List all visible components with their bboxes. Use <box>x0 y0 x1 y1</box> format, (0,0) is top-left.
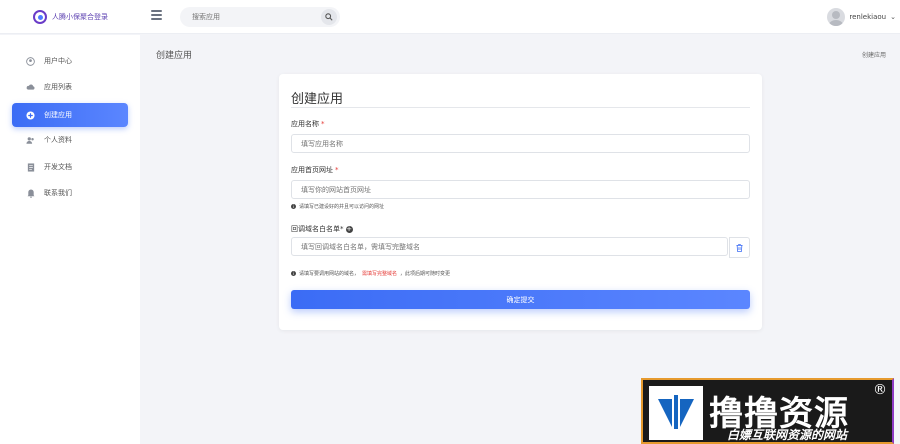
search-input[interactable] <box>192 11 312 23</box>
sidebar-item-label: 联系我们 <box>44 189 72 197</box>
user-menu[interactable]: renlekiaou ⌄ <box>827 8 896 26</box>
watermark-emblem <box>649 386 703 440</box>
search-icon <box>325 13 333 21</box>
info-icon: i <box>291 271 296 276</box>
sidebar-item-label: 用户中心 <box>44 57 72 65</box>
app-name-input[interactable] <box>301 138 701 150</box>
add-domain-icon[interactable]: + <box>345 225 353 233</box>
sidebar-item-label: 个人资料 <box>44 136 72 144</box>
username: renlekiaou <box>849 13 887 21</box>
sidebar-item-label: 应用列表 <box>44 83 72 91</box>
chevron-down-icon: ⌄ <box>890 13 896 21</box>
top-bar: 人腾小保聚合登录 renlekiaou ⌄ <box>0 0 900 34</box>
homepage-input[interactable] <box>301 184 701 196</box>
app-name-field <box>291 134 750 153</box>
watermark-subtitle: 白嫖互联网资源的网站 <box>727 428 848 442</box>
submit-button[interactable]: 确定提交 <box>291 290 750 309</box>
sidebar-item-contact[interactable]: 联系我们 <box>12 181 128 205</box>
sidebar-item-app-list[interactable]: 应用列表 <box>12 75 128 99</box>
form-title: 创建应用 <box>291 92 344 107</box>
cloud-icon <box>26 83 35 92</box>
document-icon <box>26 162 35 172</box>
callback-field <box>291 237 728 256</box>
callback-hint: i 请填写要调用网站的域名， 需填写完整域名 ，此项后期可随时变更 <box>291 271 451 277</box>
page-title: 创建应用 <box>156 51 193 61</box>
homepage-field <box>291 180 750 199</box>
logo-icon <box>33 10 47 24</box>
divider <box>291 107 750 108</box>
users-icon <box>26 136 35 145</box>
registered-mark: ® <box>873 382 887 398</box>
create-app-card: 创建应用 应用名称* 应用首页网址* i 请填写已建设好的并且可以访问的网址 回… <box>279 74 762 330</box>
plus-circle-icon <box>26 110 35 120</box>
sidebar-item-profile[interactable]: 个人资料 <box>12 128 128 152</box>
info-icon: i <box>291 204 296 209</box>
breadcrumb[interactable]: 创建应用 <box>862 50 886 59</box>
sidebar: 用户中心 应用列表 创建应用 个人资料 开发文档 联系我们 <box>0 35 140 444</box>
trash-icon <box>736 243 743 252</box>
logo-text: 人腾小保聚合登录 <box>52 13 108 21</box>
search-button[interactable] <box>321 9 337 25</box>
sidebar-item-create-app[interactable]: 创建应用 <box>12 103 128 127</box>
user-circle-icon <box>26 56 35 66</box>
menu-toggle-icon[interactable] <box>151 10 162 20</box>
bell-icon <box>26 188 35 198</box>
sidebar-item-label: 开发文档 <box>44 163 72 171</box>
app-name-label: 应用名称 * <box>291 120 325 128</box>
search-bar <box>180 7 340 27</box>
callback-label: 回调域名白名单* + <box>291 224 353 233</box>
callback-input[interactable] <box>301 241 701 253</box>
homepage-hint: i 请填写已建设好的并且可以访问的网址 <box>291 204 385 210</box>
sidebar-item-user-center[interactable]: 用户中心 <box>12 49 128 73</box>
logo[interactable]: 人腾小保聚合登录 <box>33 10 108 24</box>
delete-domain-button[interactable] <box>729 237 750 258</box>
sidebar-item-docs[interactable]: 开发文档 <box>12 155 128 179</box>
watermark-logo: 撸撸资源 白嫖互联网资源的网站 ® <box>641 378 894 444</box>
sidebar-item-label: 创建应用 <box>44 111 72 119</box>
avatar <box>827 8 846 26</box>
homepage-label: 应用首页网址 * <box>291 166 339 174</box>
